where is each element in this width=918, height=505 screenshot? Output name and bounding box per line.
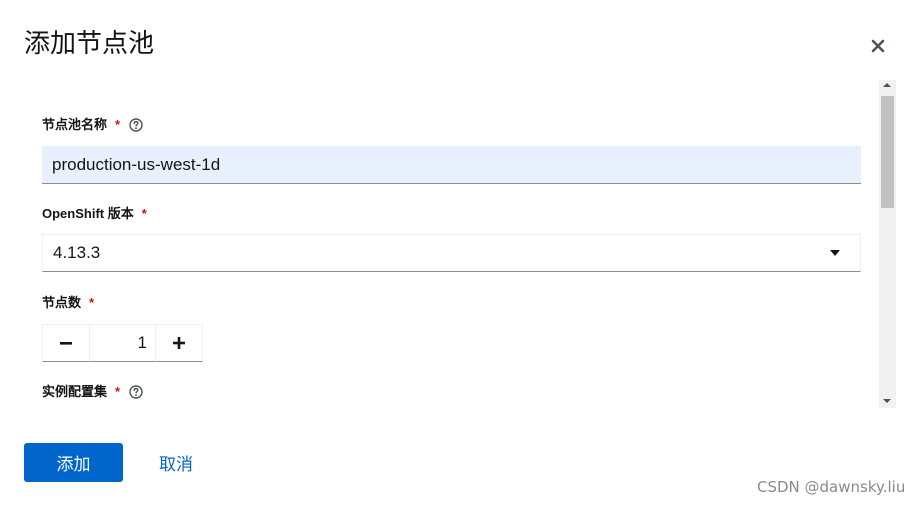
minus-icon <box>60 342 72 345</box>
caret-down-icon <box>830 250 840 256</box>
instance-profile-label-text: 实例配置集 <box>42 384 108 399</box>
required-mark: * <box>141 206 147 221</box>
increment-button[interactable] <box>155 324 203 362</box>
openshift-version-select[interactable]: 4.13.3 <box>42 234 861 272</box>
openshift-version-label: OpenShift 版本 * <box>42 205 147 223</box>
modal-footer: 添加 取消 <box>24 443 193 482</box>
help-icon[interactable] <box>129 385 143 399</box>
cancel-button[interactable]: 取消 <box>159 450 193 475</box>
decrement-button[interactable] <box>42 324 90 362</box>
node-count-stepper: 1 <box>42 324 203 362</box>
instance-profile-label: 实例配置集 * <box>42 383 143 401</box>
openshift-version-label-text: OpenShift 版本 <box>42 206 134 221</box>
node-count-label: 节点数 * <box>42 294 94 312</box>
close-button[interactable] <box>866 34 890 58</box>
node-count-label-text: 节点数 <box>42 295 82 310</box>
close-icon <box>871 39 885 53</box>
modal-body: 节点池名称 * production-us-west-1d OpenShift … <box>0 78 896 408</box>
required-mark: * <box>115 117 121 132</box>
scroll-thumb[interactable] <box>881 96 894 208</box>
node-count-input[interactable]: 1 <box>90 324 155 362</box>
plus-icon <box>173 337 185 349</box>
help-icon[interactable] <box>129 118 143 132</box>
add-button[interactable]: 添加 <box>24 443 123 482</box>
modal-title: 添加节点池 <box>24 28 155 58</box>
node-pool-name-input[interactable]: production-us-west-1d <box>42 146 861 184</box>
node-pool-name-label-text: 节点池名称 <box>42 117 108 132</box>
required-mark: * <box>89 295 95 310</box>
watermark: CSDN @dawnsky.liu <box>757 478 906 496</box>
add-node-pool-modal: 添加节点池 节点池名称 * production-us-west-1d Open… <box>0 0 918 505</box>
openshift-version-value: 4.13.3 <box>53 243 101 262</box>
node-pool-name-label: 节点池名称 * <box>42 116 143 134</box>
modal-body-scrollbar[interactable] <box>879 80 896 408</box>
scroll-up-arrow-icon[interactable] <box>883 83 891 87</box>
required-mark: * <box>115 384 121 399</box>
scroll-down-arrow-icon[interactable] <box>883 399 891 403</box>
